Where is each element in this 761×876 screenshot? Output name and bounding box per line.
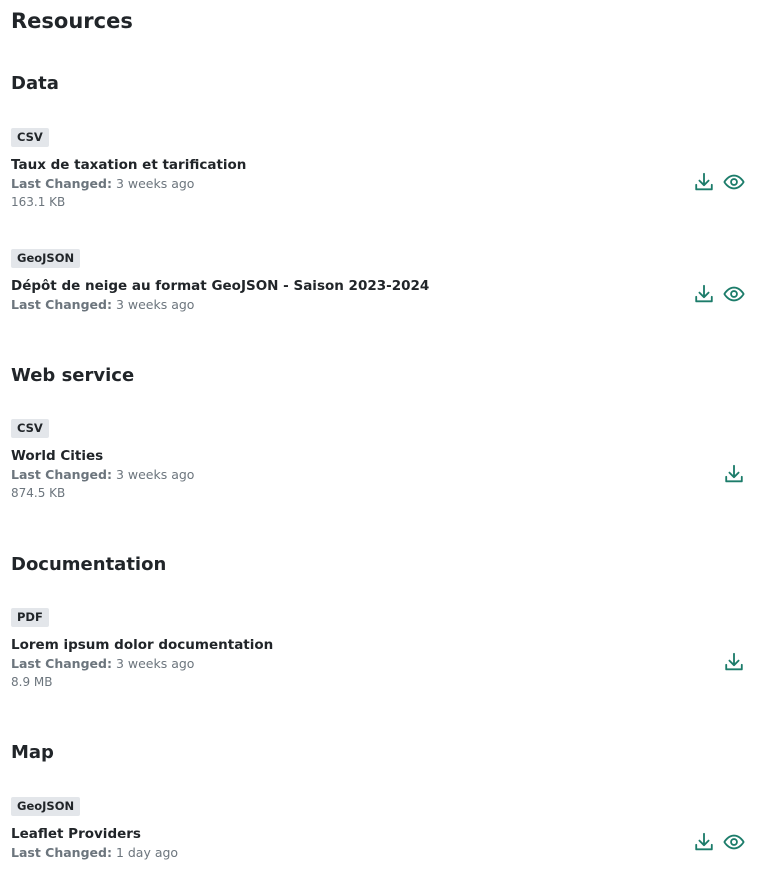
- last-changed-label: Last Changed:: [11, 467, 112, 482]
- file-size: 874.5 KB: [11, 486, 66, 500]
- resource-name[interactable]: Dépôt de neige au format GeoJSON - Saiso…: [11, 277, 746, 296]
- last-changed-value: 3 weeks ago: [115, 467, 195, 482]
- download-icon[interactable]: [692, 282, 716, 306]
- page-title: Resources: [11, 9, 133, 33]
- last-changed: Last Changed: 3 weeks ago: [11, 296, 746, 314]
- last-changed-label: Last Changed:: [11, 845, 112, 860]
- format-badge: CSV: [11, 419, 49, 438]
- resource-item: GeoJSON Dépôt de neige au format GeoJSON…: [11, 247, 746, 314]
- section-title-web-service: Web service: [11, 365, 135, 386]
- resource-actions: [722, 650, 746, 674]
- file-size: 8.9 MB: [11, 675, 53, 689]
- resource-actions: [692, 170, 746, 194]
- eye-icon[interactable]: [722, 830, 746, 854]
- last-changed-label: Last Changed:: [11, 176, 112, 191]
- resource-name[interactable]: World Cities: [11, 447, 746, 466]
- eye-icon[interactable]: [722, 282, 746, 306]
- last-changed: Last Changed: 3 weeks ago: [11, 655, 746, 673]
- download-icon[interactable]: [722, 650, 746, 674]
- download-icon[interactable]: [692, 170, 716, 194]
- resource-name[interactable]: Taux de taxation et tarification: [11, 156, 746, 175]
- resource-item: PDF Lorem ipsum dolor documentation Last…: [11, 606, 746, 691]
- resource-actions: [692, 830, 746, 854]
- last-changed: Last Changed: 3 weeks ago: [11, 466, 746, 484]
- last-changed-label: Last Changed:: [11, 656, 112, 671]
- resource-actions: [692, 282, 746, 306]
- last-changed-value: 3 weeks ago: [115, 176, 195, 191]
- last-changed-label: Last Changed:: [11, 297, 112, 312]
- download-icon[interactable]: [692, 830, 716, 854]
- eye-icon[interactable]: [722, 170, 746, 194]
- last-changed-value: 3 weeks ago: [115, 656, 195, 671]
- section-title-map: Map: [11, 742, 54, 763]
- last-changed: Last Changed: 3 weeks ago: [11, 175, 746, 193]
- last-changed-value: 3 weeks ago: [115, 297, 195, 312]
- format-badge: GeoJSON: [11, 249, 81, 268]
- resource-name[interactable]: Leaflet Providers: [11, 825, 746, 844]
- section-title-data: Data: [11, 73, 59, 94]
- format-badge: CSV: [11, 128, 49, 147]
- last-changed-value: 1 day ago: [115, 845, 179, 860]
- resource-actions: [722, 462, 746, 486]
- resource-item: CSV World Cities Last Changed: 3 weeks a…: [11, 417, 746, 502]
- last-changed: Last Changed: 1 day ago: [11, 844, 746, 862]
- resource-item: GeoJSON Leaflet Providers Last Changed: …: [11, 795, 746, 862]
- format-badge: GeoJSON: [11, 797, 81, 816]
- download-icon[interactable]: [722, 462, 746, 486]
- resource-name[interactable]: Lorem ipsum dolor documentation: [11, 636, 746, 655]
- file-size: 163.1 KB: [11, 195, 66, 209]
- format-badge: PDF: [11, 608, 49, 627]
- section-title-documentation: Documentation: [11, 554, 167, 575]
- resource-item: CSV Taux de taxation et tarification Las…: [11, 126, 746, 211]
